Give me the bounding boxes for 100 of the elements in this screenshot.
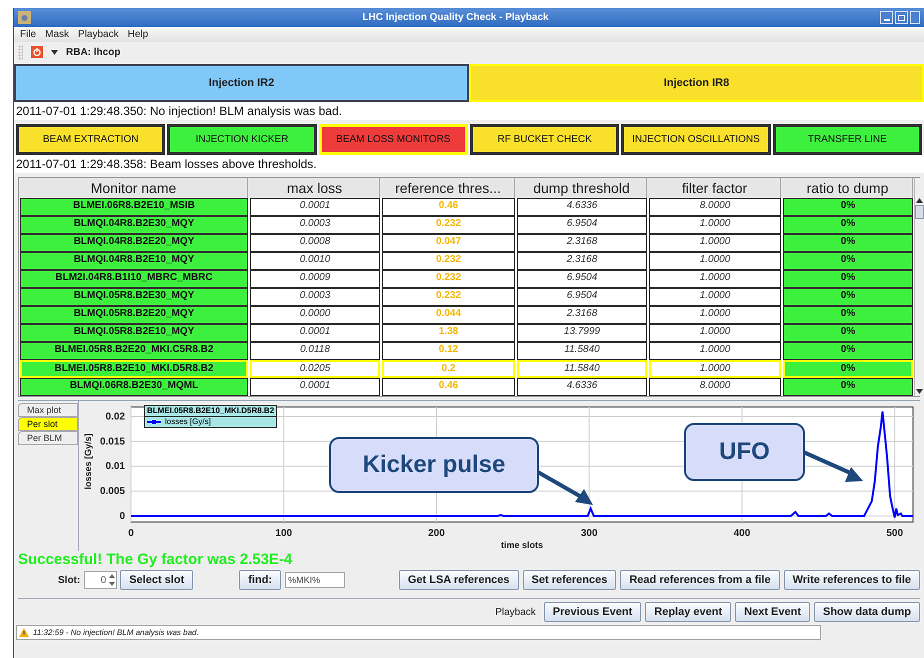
axis-tick-label: 0 (119, 511, 125, 522)
callout-label: UFO (684, 423, 805, 481)
slot-spinner[interactable]: 0 (84, 571, 118, 589)
table-cell: 11.5840 (517, 342, 647, 360)
scroll-down-icon[interactable] (916, 389, 923, 394)
table-cell: 1.0000 (649, 270, 781, 288)
injection-message: 2011-07-01 1:29:48.350: No injection! BLM analysis was bad. (14, 102, 924, 120)
axis-tick-label: 0.015 (100, 436, 125, 448)
menu-item[interactable]: Help (128, 27, 148, 42)
table-cell: BLMQI.04R8.B2E10_MQY (20, 252, 248, 270)
table-cell: 2.3168 (517, 306, 647, 324)
table-cell: BLMEI.05R8.B2E10_MKI.D5R8.B2 (20, 360, 248, 378)
table-cell: 0.232 (382, 216, 515, 234)
legend-title: BLMEI.05R8.B2E10_MKI.D5R8.B2 (145, 406, 276, 417)
check-status-tab[interactable]: BEAM EXTRACTION (16, 124, 166, 155)
power-icon[interactable] (31, 46, 43, 58)
table-cell: 0.044 (382, 306, 515, 324)
table-cell: 0% (783, 270, 913, 288)
table-cell: 0.0003 (250, 288, 380, 306)
table-cell: 6.9504 (517, 216, 647, 234)
callout-label: Kicker pulse (329, 437, 539, 493)
table-cell: 0% (783, 216, 913, 234)
table-cell: BLMQI.05R8.B2E20_MQY (20, 306, 248, 324)
table-cell: 0.232 (382, 252, 515, 270)
reference-button[interactable]: Set references (522, 570, 616, 590)
table-cell: 0.0001 (250, 378, 380, 396)
table-cell: 0% (783, 342, 913, 360)
axis-title: time slots (501, 540, 543, 550)
axis-title: losses [Gy/s] (83, 433, 93, 490)
axis-tick-label: 400 (734, 528, 750, 539)
playback-button[interactable]: Next Event (735, 602, 810, 622)
rba-user-label: RBA: lhcop (66, 46, 120, 60)
check-status-tab[interactable]: RF BUCKET CHECK (470, 124, 620, 155)
menu-item[interactable]: Mask (45, 27, 70, 42)
check-status-tab[interactable]: TRANSFER LINE (772, 124, 922, 155)
plot-tab[interactable]: Max plot (18, 403, 78, 417)
slot-label: Slot: (58, 574, 80, 588)
table-cell: 0% (783, 198, 913, 216)
table-cell: BLMQI.04R8.B2E20_MQY (20, 234, 248, 252)
legend-line-icon (147, 419, 161, 425)
table-cell: 1.0000 (649, 360, 781, 378)
playback-button[interactable]: Show data dump (814, 602, 920, 622)
injection-tab[interactable]: Injection IR2 (14, 64, 469, 102)
check-status-tab[interactable]: INJECTION KICKER (167, 124, 317, 155)
find-button[interactable]: find: (239, 570, 282, 590)
find-field[interactable]: %MKI% (285, 572, 346, 588)
table-cell: BLMEI.05R8.B2E20_MKI.C5R8.B2 (20, 342, 248, 360)
scroll-up-icon[interactable] (916, 198, 923, 203)
legend-label: losses [Gy/s] (165, 417, 211, 427)
scrollbar[interactable] (914, 178, 924, 396)
table-cell: 1.0000 (649, 252, 781, 270)
table-cell: 0.047 (382, 234, 515, 252)
minimize-button[interactable] (880, 11, 893, 24)
check-status-tab[interactable]: BEAM LOSS MONITORS (318, 124, 468, 155)
table-cell: 1.0000 (649, 234, 781, 252)
table-cell: 0.2 (382, 360, 515, 378)
axis-tick-label: 0.02 (106, 411, 125, 422)
table-cell: 11.5840 (517, 360, 647, 378)
reference-button[interactable]: Read references from a file (620, 570, 780, 590)
table-cell: 2.3168 (517, 252, 647, 270)
table-cell: 6.9504 (517, 288, 647, 306)
reference-button[interactable]: Write references to file (784, 570, 920, 590)
check-status-tab[interactable]: INJECTION OSCILLATIONS (621, 124, 771, 155)
table-cell: 0.46 (382, 198, 515, 216)
menu-item[interactable]: File (20, 27, 36, 42)
table-cell: 0.0205 (250, 360, 380, 378)
table-cell: 1.0000 (649, 324, 781, 342)
close-button[interactable] (910, 11, 920, 24)
table-cell: 2.3168 (517, 234, 647, 252)
table-cell: 0.232 (382, 288, 515, 306)
injection-tab[interactable]: Injection IR8 (469, 64, 924, 102)
table-cell: 1.0000 (649, 216, 781, 234)
axis-tick-label: 500 (886, 528, 904, 539)
table-cell: 6.9504 (517, 270, 647, 288)
plot-tab[interactable]: Per slot (18, 417, 78, 431)
table-cell: 0.0003 (250, 216, 380, 234)
maximize-button[interactable] (895, 11, 908, 24)
app-icon (18, 11, 31, 24)
table-cell: 8.0000 (649, 378, 781, 396)
table-cell: BLMEI.06R8.B2E10_MSIB (20, 198, 248, 216)
table-cell: 13.7999 (517, 324, 647, 342)
warning-icon (19, 628, 29, 637)
playback-button[interactable]: Replay event (645, 602, 732, 622)
playback-button[interactable]: Previous Event (544, 602, 642, 622)
table-cell: 4.6336 (517, 198, 647, 216)
table-cell: 0.0001 (250, 324, 380, 342)
table-cell: 0.0001 (250, 198, 380, 216)
dropdown-caret-icon[interactable] (51, 50, 58, 54)
table-cell: 1.0000 (649, 288, 781, 306)
select-slot-button[interactable]: Select slot (120, 570, 194, 590)
table-cell: 0% (783, 306, 913, 324)
axis-tick-label: 0 (128, 528, 134, 539)
scroll-thumb[interactable] (915, 205, 924, 219)
plot-tab[interactable]: Per BLM (18, 431, 78, 445)
table-cell: 0.12 (382, 342, 515, 360)
menu-item[interactable]: Playback (78, 27, 119, 42)
table-cell: 0.0118 (250, 342, 380, 360)
reference-button[interactable]: Get LSA references (398, 570, 519, 590)
table-cell: 1.0000 (649, 306, 781, 324)
table-cell: 0% (783, 378, 913, 396)
